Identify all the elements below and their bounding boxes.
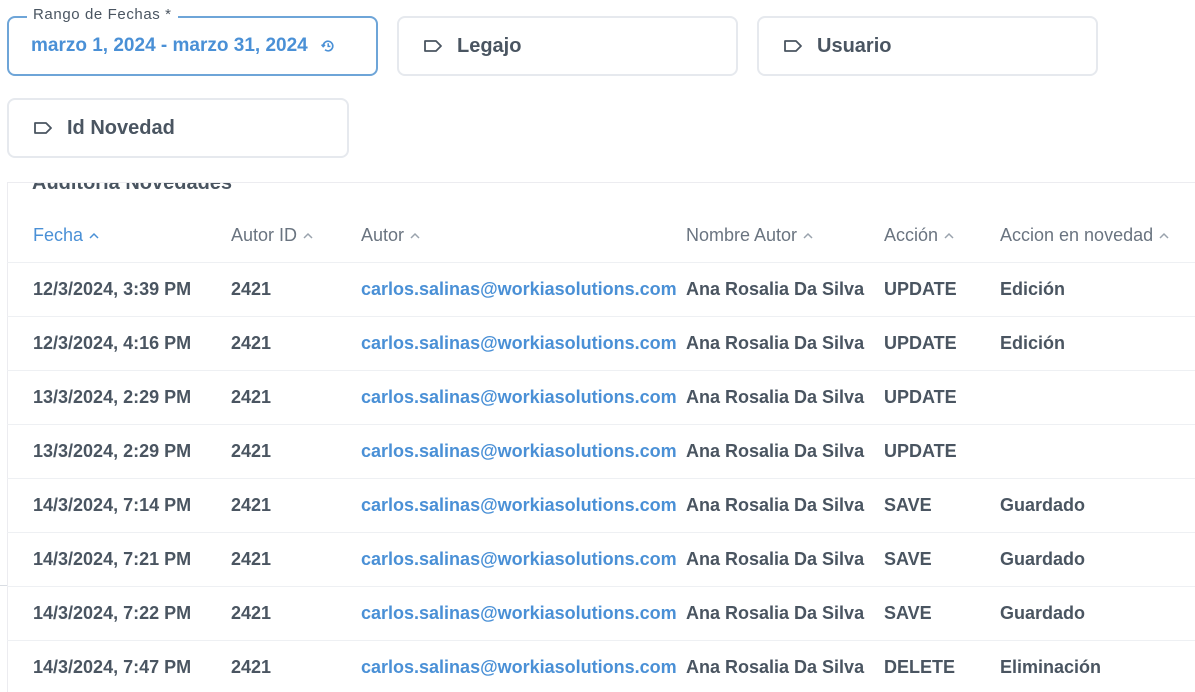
column-header-accion[interactable]: Acción (884, 209, 1000, 263)
column-header-label: Fecha (33, 225, 84, 245)
cell-autor-link[interactable]: carlos.salinas@workiasolutions.com (361, 478, 686, 533)
table-row[interactable]: 14/3/2024, 7:47 PM 2421 carlos.salinas@w… (7, 640, 1195, 692)
cell-fecha: 14/3/2024, 7:22 PM (7, 586, 231, 641)
cell-nombre-autor: Ana Rosalia Da Silva (686, 478, 884, 533)
cell-autor-id: 2421 (231, 370, 361, 425)
cell-accion-en-novedad: Guardado (1000, 586, 1195, 641)
cell-fecha: 12/3/2024, 4:16 PM (7, 316, 231, 371)
cell-accion-en-novedad: Guardado (1000, 532, 1195, 587)
column-header-label: Autor ID (231, 225, 298, 245)
table-row[interactable]: 13/3/2024, 2:29 PM 2421 carlos.salinas@w… (7, 424, 1195, 479)
cell-accion-en-novedad: Edición (1000, 316, 1195, 371)
cell-accion-en-novedad: Eliminación (1000, 640, 1195, 692)
tag-icon (423, 39, 443, 53)
cell-accion: UPDATE (884, 262, 1000, 317)
cell-autor-id: 2421 (231, 586, 361, 641)
cell-nombre-autor: Ana Rosalia Da Silva (686, 370, 884, 425)
column-header-fecha[interactable]: Fecha (7, 209, 231, 263)
cell-accion: UPDATE (884, 424, 1000, 479)
card-title: Auditoria Novedades (32, 182, 233, 194)
cell-autor-id: 2421 (231, 424, 361, 479)
table-row[interactable]: 14/3/2024, 7:21 PM 2421 carlos.salinas@w… (7, 532, 1195, 587)
legajo-label: Legajo (457, 34, 522, 57)
column-header-autor[interactable]: Autor (361, 209, 686, 263)
cell-accion: SAVE (884, 532, 1000, 587)
table-row[interactable]: 13/3/2024, 2:29 PM 2421 carlos.salinas@w… (7, 370, 1195, 425)
cell-accion: UPDATE (884, 316, 1000, 371)
date-range-legend: Rango de Fechas * (27, 6, 178, 23)
cell-accion-en-novedad: Edición (1000, 262, 1195, 317)
column-header-label: Acción (884, 225, 939, 245)
table-row[interactable]: 14/3/2024, 7:22 PM 2421 carlos.salinas@w… (7, 586, 1195, 641)
column-header-label: Nombre Autor (686, 225, 798, 245)
cell-accion-en-novedad (1000, 424, 1195, 479)
sort-asc-icon[interactable] (803, 232, 813, 239)
cell-accion: DELETE (884, 640, 1000, 692)
cell-autor-id: 2421 (231, 262, 361, 317)
table-row[interactable]: 12/3/2024, 3:39 PM 2421 carlos.salinas@w… (7, 262, 1195, 317)
cell-autor-link[interactable]: carlos.salinas@workiasolutions.com (361, 262, 686, 317)
column-header-autor-id[interactable]: Autor ID (231, 209, 361, 263)
sort-asc-icon[interactable] (1159, 232, 1169, 239)
date-range-field[interactable]: Rango de Fechas * marzo 1, 2024 - marzo … (7, 6, 378, 76)
date-range-value[interactable]: marzo 1, 2024 - marzo 31, 2024 (31, 35, 308, 57)
tag-icon (783, 39, 803, 53)
cell-autor-id: 2421 (231, 478, 361, 533)
cell-accion: UPDATE (884, 370, 1000, 425)
cell-nombre-autor: Ana Rosalia Da Silva (686, 532, 884, 587)
sort-asc-icon[interactable] (303, 232, 313, 239)
cell-fecha: 13/3/2024, 2:29 PM (7, 424, 231, 479)
column-header-nombre-autor[interactable]: Nombre Autor (686, 209, 884, 263)
cell-autor-id: 2421 (231, 532, 361, 587)
cell-nombre-autor: Ana Rosalia Da Silva (686, 424, 884, 479)
cell-nombre-autor: Ana Rosalia Da Silva (686, 586, 884, 641)
cell-nombre-autor: Ana Rosalia Da Silva (686, 316, 884, 371)
audit-table: Fecha Autor ID Autor Nombre Autor Acción… (7, 209, 1195, 692)
table-row[interactable]: 12/3/2024, 4:16 PM 2421 carlos.salinas@w… (7, 316, 1195, 371)
column-header-label: Autor (361, 225, 405, 245)
id-novedad-label: Id Novedad (67, 116, 175, 139)
cell-nombre-autor: Ana Rosalia Da Silva (686, 262, 884, 317)
usuario-filter[interactable]: Usuario (757, 16, 1098, 76)
cell-autor-link[interactable]: carlos.salinas@workiasolutions.com (361, 532, 686, 587)
cell-autor-link[interactable]: carlos.salinas@workiasolutions.com (361, 424, 686, 479)
cell-autor-id: 2421 (231, 640, 361, 692)
sort-asc-icon[interactable] (89, 232, 99, 239)
tag-icon (33, 121, 53, 135)
cell-autor-link[interactable]: carlos.salinas@workiasolutions.com (361, 316, 686, 371)
cell-accion-en-novedad (1000, 370, 1195, 425)
cell-fecha: 12/3/2024, 3:39 PM (7, 262, 231, 317)
divider (0, 585, 7, 586)
usuario-label: Usuario (817, 34, 892, 57)
cell-accion: SAVE (884, 478, 1000, 533)
sort-asc-icon[interactable] (944, 232, 954, 239)
cell-autor-link[interactable]: carlos.salinas@workiasolutions.com (361, 640, 686, 692)
column-header-label: Accion en novedad (1000, 225, 1154, 245)
cell-autor-link[interactable]: carlos.salinas@workiasolutions.com (361, 370, 686, 425)
cell-accion: SAVE (884, 586, 1000, 641)
table-row[interactable]: 14/3/2024, 7:14 PM 2421 carlos.salinas@w… (7, 478, 1195, 533)
column-header-accion-en-novedad[interactable]: Accion en novedad (1000, 209, 1195, 263)
cell-fecha: 14/3/2024, 7:14 PM (7, 478, 231, 533)
legajo-filter[interactable]: Legajo (397, 16, 738, 76)
cell-fecha: 14/3/2024, 7:21 PM (7, 532, 231, 587)
cell-fecha: 14/3/2024, 7:47 PM (7, 640, 231, 692)
table-header-row: Fecha Autor ID Autor Nombre Autor Acción… (7, 209, 1195, 263)
cell-accion-en-novedad: Guardado (1000, 478, 1195, 533)
cell-autor-id: 2421 (231, 316, 361, 371)
id-novedad-filter[interactable]: Id Novedad (7, 98, 349, 158)
audit-page: Rango de Fechas * marzo 1, 2024 - marzo … (0, 0, 1195, 692)
cell-fecha: 13/3/2024, 2:29 PM (7, 370, 231, 425)
cell-nombre-autor: Ana Rosalia Da Silva (686, 640, 884, 692)
sort-asc-icon[interactable] (410, 232, 420, 239)
cell-autor-link[interactable]: carlos.salinas@workiasolutions.com (361, 586, 686, 641)
reset-history-icon[interactable] (320, 38, 336, 54)
